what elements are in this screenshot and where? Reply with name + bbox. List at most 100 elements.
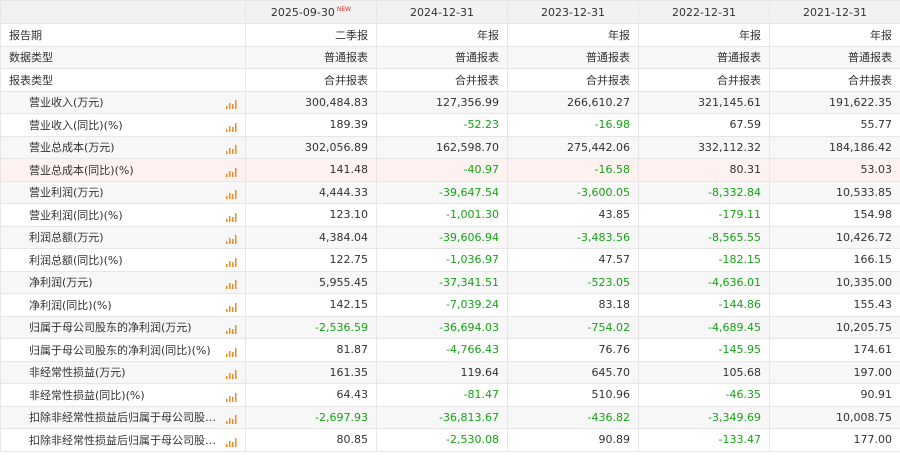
bar-chart-icon[interactable] — [226, 212, 237, 222]
bar-chart-icon[interactable] — [226, 144, 237, 155]
table-cell: -36,813.67 — [376, 405, 508, 429]
table-cell: 83.18 — [507, 293, 639, 317]
table-cell: 300,484.83 — [245, 90, 377, 114]
table-row: 营业利润(万元) 4,444.33 -39,647.54 -3,600.05 -8,33… — [0, 180, 900, 204]
table-cell: 81.87 — [245, 338, 377, 362]
table-cell: 合并报表 — [769, 68, 900, 92]
row-label: 净利润(同比)(%) — [0, 293, 246, 317]
table-cell: 普通报表 — [638, 45, 770, 69]
table-cell: -145.95 — [638, 338, 770, 362]
table-cell: -1,001.30 — [376, 203, 508, 227]
row-label: 营业总成本(同比)(%) — [0, 158, 246, 182]
table-cell: 10,426.72 — [769, 225, 900, 249]
info-row: 报表类型 合并报表 合并报表 合并报表 合并报表 合并报表 — [0, 68, 900, 92]
table-cell: 二季报 — [245, 23, 377, 47]
table-row: 归属于母公司股东的净利润(万元) -2,536.59 -36,694.03 -754.… — [0, 315, 900, 339]
table-cell: 90.89 — [507, 428, 639, 452]
table-cell: 177.00 — [769, 428, 900, 452]
period-header[interactable]: 2025-09-30 NEW — [245, 0, 377, 24]
table-cell: 10,533.85 — [769, 180, 900, 204]
table-cell: -8,565.55 — [638, 225, 770, 249]
table-cell: -46.35 — [638, 383, 770, 407]
bar-chart-icon[interactable] — [226, 324, 237, 335]
table-cell: 80.85 — [245, 428, 377, 452]
bar-chart-icon[interactable] — [226, 369, 237, 380]
table-cell: -4,766.43 — [376, 338, 508, 362]
table-cell: 年报 — [376, 23, 508, 47]
row-label: 非经常性损益(万元) — [0, 360, 246, 384]
table-cell: 5,955.45 — [245, 270, 377, 294]
table-cell: -52.23 — [376, 113, 508, 137]
table-cell: 197.00 — [769, 360, 900, 384]
table-cell: 67.59 — [638, 113, 770, 137]
table-row: 营业利润(同比)(%) 123.10 -1,001.30 43.85 -179.11 15… — [0, 203, 900, 227]
table-cell: -4,689.45 — [638, 315, 770, 339]
row-label: 营业利润(万元) — [0, 180, 246, 204]
table-row: 归属于母公司股东的净利润(同比)(%) 81.87 -4,766.43 76.76 -1… — [0, 338, 900, 362]
table-row: 扣除非经常性损益后归属于母公司股东... 80.85 -2,530.08 90.89-… — [0, 428, 900, 452]
bar-chart-icon[interactable] — [226, 122, 237, 132]
bar-chart-icon[interactable] — [226, 279, 237, 290]
bar-chart-icon[interactable] — [226, 167, 237, 177]
table-row: 净利润(同比)(%) 142.15 -7,039.24 83.18 -144.86 155… — [0, 293, 900, 317]
period-header[interactable]: 2024-12-31 — [376, 0, 508, 24]
table-cell: -754.02 — [507, 315, 639, 339]
bar-chart-icon[interactable] — [226, 257, 237, 267]
table-cell: -2,697.93 — [245, 405, 377, 429]
table-cell: 10,205.75 — [769, 315, 900, 339]
table-cell: 合并报表 — [507, 68, 639, 92]
bar-chart-icon[interactable] — [226, 347, 237, 357]
table-cell: 合并报表 — [638, 68, 770, 92]
table-cell: 266,610.27 — [507, 90, 639, 114]
period-header[interactable]: 2022-12-31 — [638, 0, 770, 24]
period-header[interactable]: 2023-12-31 — [507, 0, 639, 24]
row-label: 报表类型 — [0, 68, 246, 92]
table-cell: -36,694.03 — [376, 315, 508, 339]
table-cell: 47.57 — [507, 248, 639, 272]
bar-chart-icon[interactable] — [226, 414, 237, 425]
table-cell: -1,036.97 — [376, 248, 508, 272]
table-cell: 10,335.00 — [769, 270, 900, 294]
table-cell: 年报 — [769, 23, 900, 47]
table-cell: -3,600.05 — [507, 180, 639, 204]
bar-chart-icon[interactable] — [226, 437, 237, 447]
bar-chart-icon[interactable] — [226, 234, 237, 245]
table-cell: -16.58 — [507, 158, 639, 182]
table-cell: -4,636.01 — [638, 270, 770, 294]
table-cell: 141.48 — [245, 158, 377, 182]
table-cell: 191,622.35 — [769, 90, 900, 114]
table-cell: 10,008.75 — [769, 405, 900, 429]
table-cell: -3,483.56 — [507, 225, 639, 249]
table-cell: 64.43 — [245, 383, 377, 407]
table-cell: -179.11 — [638, 203, 770, 227]
bar-chart-icon[interactable] — [226, 302, 237, 312]
table-cell: -523.05 — [507, 270, 639, 294]
bar-chart-icon[interactable] — [226, 189, 237, 200]
table-cell: 321,145.61 — [638, 90, 770, 114]
table-cell: -40.97 — [376, 158, 508, 182]
table-cell: 122.75 — [245, 248, 377, 272]
table-cell: 普通报表 — [376, 45, 508, 69]
table-cell: 332,112.32 — [638, 135, 770, 159]
table-cell: 275,442.06 — [507, 135, 639, 159]
period-header[interactable]: 2021-12-31 — [769, 0, 900, 24]
table-cell: 43.85 — [507, 203, 639, 227]
bar-chart-icon[interactable] — [226, 392, 237, 402]
table-cell: -81.47 — [376, 383, 508, 407]
row-label: 报告期 — [0, 23, 246, 47]
row-label: 归属于母公司股东的净利润(同比)(%) — [0, 338, 246, 362]
bar-chart-icon[interactable] — [226, 99, 237, 110]
table-cell: 合并报表 — [376, 68, 508, 92]
table-cell: 105.68 — [638, 360, 770, 384]
row-label: 营业总成本(万元) — [0, 135, 246, 159]
table-cell: 普通报表 — [245, 45, 377, 69]
table-body: 报告期 二季报 年报 年报 年报 年报 数据类型 普通报表 普通报表 普通报表 普通报表 普通报表 报表… — [0, 23, 900, 452]
table-cell: 154.98 — [769, 203, 900, 227]
table-cell: -2,536.59 — [245, 315, 377, 339]
table-cell: -3,349.69 — [638, 405, 770, 429]
table-cell: 119.64 — [376, 360, 508, 384]
header-row: 2025-09-30 NEW 2024-12-31 2023-12-31 2022… — [0, 0, 900, 24]
table-cell: 155.43 — [769, 293, 900, 317]
row-label: 扣除非经常性损益后归属于母公司股东... — [0, 428, 246, 452]
table-cell: -133.47 — [638, 428, 770, 452]
